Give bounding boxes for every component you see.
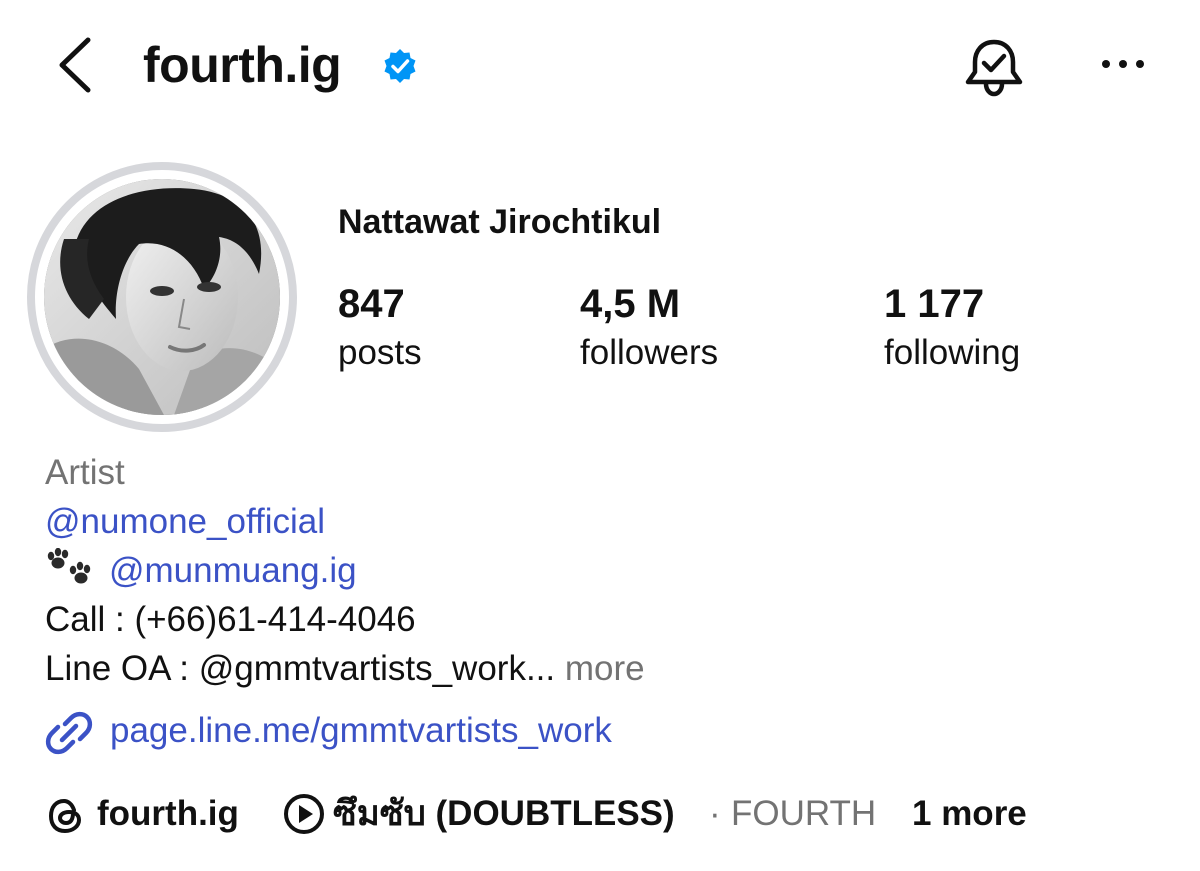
song-separator: ·	[709, 794, 721, 833]
avatar[interactable]	[44, 179, 280, 415]
following-count: 1 177	[884, 282, 985, 326]
verified-badge-icon	[384, 49, 416, 83]
followers-label: followers	[580, 333, 719, 372]
posts-label: posts	[338, 333, 422, 372]
mention-numone-link[interactable]: @numone_official	[45, 502, 325, 541]
link-icon	[45, 711, 93, 755]
profile-bio: Artist @numone_official @munmuang.ig Cal…	[45, 448, 645, 693]
posts-stat[interactable]: 847 posts	[338, 280, 422, 376]
threads-chip[interactable]: fourth.ig	[45, 788, 260, 840]
play-circle-icon	[284, 794, 324, 834]
more-options-icon	[1102, 60, 1144, 68]
following-label: following	[884, 333, 1021, 372]
threads-handle: fourth.ig	[97, 794, 239, 833]
avatar-photo	[44, 179, 280, 415]
external-link-text: page.line.me/gmmtvartists_work	[110, 711, 612, 750]
more-options-button[interactable]	[1098, 52, 1148, 76]
following-stat[interactable]: 1 177 following	[884, 280, 1020, 376]
paw-prints-icon	[45, 547, 97, 588]
bio-call-line: Call : (+66)61-414-4046	[45, 600, 416, 639]
back-button[interactable]	[52, 30, 102, 100]
profile-header: fourth.ig	[0, 0, 1200, 140]
followers-count: 4,5 M	[580, 282, 681, 326]
notification-bell-icon	[965, 39, 1023, 97]
notifications-button[interactable]	[962, 36, 1026, 98]
bio-line-oa: Line OA : @gmmtvartists_work...	[45, 649, 556, 688]
back-chevron-icon	[59, 37, 91, 93]
followers-stat[interactable]: 4,5 M followers	[580, 280, 718, 376]
profile-full-name: Nattawat Jirochtikul	[338, 203, 662, 241]
song-title: ซึมซับ (DOUBTLESS)	[333, 794, 675, 833]
profile-username: fourth.ig	[143, 37, 342, 93]
more-chips-button[interactable]: 1 more	[912, 788, 1027, 840]
bio-more-button[interactable]: more	[565, 649, 645, 688]
profile-category: Artist	[45, 453, 125, 492]
mention-munmuang-link[interactable]: @munmuang.ig	[109, 551, 357, 590]
song-artist: FOURTH	[731, 794, 877, 833]
threads-icon	[48, 798, 82, 834]
music-chip[interactable]: ซึมซับ (DOUBTLESS) · FOURTH	[283, 788, 893, 840]
posts-count: 847	[338, 282, 405, 326]
